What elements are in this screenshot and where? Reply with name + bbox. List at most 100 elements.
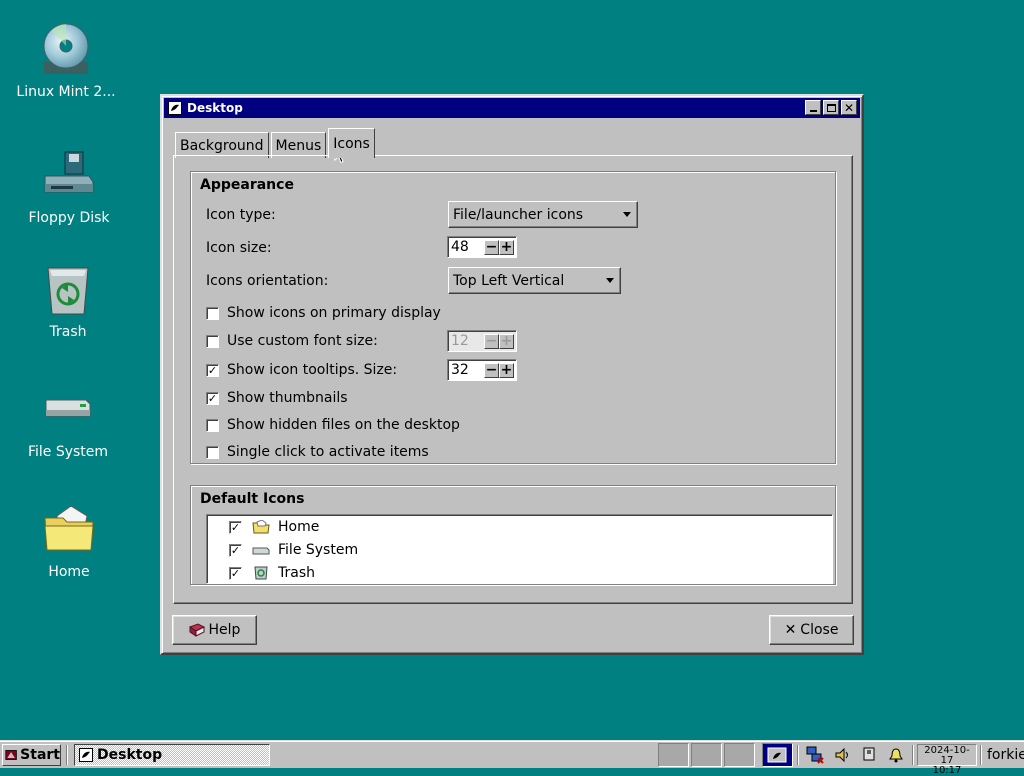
- single-click-checkbox[interactable]: [206, 445, 219, 459]
- tooltips-checkbox[interactable]: ✓: [206, 363, 219, 377]
- help-button[interactable]: Help: [172, 615, 257, 645]
- list-item-label: Trash: [278, 565, 315, 581]
- desktop-icon-home[interactable]: Home: [9, 502, 129, 580]
- window-title: Desktop: [187, 101, 243, 115]
- single-click-label: Single click to activate items: [227, 444, 429, 460]
- usb-device-icon[interactable]: [861, 746, 879, 764]
- desktop-icon-label: Trash: [49, 324, 87, 340]
- hidden-files-label: Show hidden files on the desktop: [227, 417, 460, 433]
- icon-type-value: File/launcher icons: [453, 206, 584, 223]
- tooltip-size-spinner[interactable]: 32 − +: [447, 359, 517, 381]
- show-primary-checkbox[interactable]: [206, 306, 219, 320]
- increment-icon[interactable]: +: [499, 239, 514, 255]
- workspace-4[interactable]: [762, 743, 793, 767]
- orientation-dropdown[interactable]: Top Left Vertical: [448, 267, 621, 294]
- decrement-icon: −: [484, 333, 499, 349]
- window-titlebar[interactable]: Desktop ✕: [164, 98, 860, 118]
- thumbnails-label: Show thumbnails: [227, 390, 348, 406]
- icons-tab-panel: Appearance Icon type: File/launcher icon…: [173, 155, 853, 604]
- show-primary-row[interactable]: Show icons on primary display: [206, 302, 441, 324]
- hard-drive-icon: [252, 547, 270, 555]
- list-item-label: File System: [278, 542, 359, 558]
- list-item[interactable]: ✓ File System: [229, 539, 358, 561]
- list-item[interactable]: ✓ Trash: [229, 562, 315, 583]
- decrement-icon[interactable]: −: [484, 239, 499, 255]
- list-item[interactable]: ✓ Home: [229, 516, 319, 538]
- start-menu-icon: [5, 750, 17, 760]
- clock[interactable]: 2024-10-17 10:17: [917, 744, 977, 776]
- desktop-icon-floppy-disk[interactable]: Floppy Disk: [9, 148, 129, 226]
- tooltips-row[interactable]: ✓ Show icon tooltips. Size:: [206, 359, 397, 381]
- desktop-icon-label: Linux Mint 2...: [16, 84, 116, 100]
- workspace-3[interactable]: [724, 743, 755, 767]
- dropdown-arrow-icon: [606, 278, 614, 283]
- desktop-settings-window: Desktop ✕ Background Menus Icons Appeara…: [160, 94, 864, 655]
- close-button[interactable]: ✕ Close: [769, 615, 854, 645]
- desktop-icon-trash[interactable]: Trash: [8, 262, 128, 340]
- maximize-icon: [826, 103, 836, 112]
- default-icons-list[interactable]: ✓ Home ✓ File System ✓ Trash: [206, 514, 833, 584]
- workspace-2[interactable]: [691, 743, 722, 767]
- clock-date: 2024-10-17: [924, 745, 970, 766]
- custom-font-label: Use custom font size:: [227, 333, 378, 349]
- trash-checkbox[interactable]: ✓: [229, 566, 242, 580]
- file-system-checkbox[interactable]: ✓: [229, 543, 242, 557]
- custom-font-value: 12: [451, 333, 469, 349]
- dropdown-arrow-icon: [623, 212, 631, 217]
- orientation-value: Top Left Vertical: [453, 272, 565, 289]
- maximize-button[interactable]: [823, 100, 839, 115]
- default-icons-heading: Default Icons: [200, 491, 305, 507]
- appearance-group: Appearance Icon type: File/launcher icon…: [190, 171, 836, 464]
- hidden-files-row[interactable]: Show hidden files on the desktop: [206, 414, 460, 436]
- xfce-app-icon: [168, 101, 182, 115]
- minimize-icon: [809, 109, 817, 112]
- increment-icon: +: [499, 333, 514, 349]
- notification-bell-icon[interactable]: [887, 746, 905, 764]
- xfce-app-icon: [79, 748, 93, 762]
- taskbar: Start Desktop 2024-10-17 10:17 forkie: [0, 740, 1024, 776]
- list-item-label: Home: [278, 519, 320, 535]
- thumbnails-checkbox[interactable]: ✓: [206, 391, 219, 405]
- trash-icon: [40, 262, 96, 318]
- default-icons-group: Default Icons ✓ Home ✓ File System ✓ Tra…: [190, 485, 836, 585]
- home-folder-icon: [252, 520, 270, 534]
- trash-icon: [254, 566, 268, 580]
- icon-size-spinner[interactable]: 48 − +: [447, 236, 517, 258]
- username[interactable]: forkie: [987, 747, 1024, 763]
- tab-icons[interactable]: Icons: [328, 128, 375, 158]
- taskbar-separator: [66, 745, 68, 765]
- hard-drive-icon: [40, 382, 96, 438]
- appearance-heading: Appearance: [200, 177, 294, 193]
- help-label: Help: [208, 622, 241, 638]
- desktop-icon-file-system[interactable]: File System: [8, 382, 128, 460]
- start-button[interactable]: Start: [2, 744, 61, 766]
- close-window-button[interactable]: ✕: [841, 100, 857, 115]
- custom-font-checkbox[interactable]: [206, 334, 219, 348]
- window-thumbnail-icon: [767, 747, 787, 763]
- increment-icon[interactable]: +: [499, 362, 514, 378]
- decrement-icon[interactable]: −: [484, 362, 499, 378]
- thumbnails-row[interactable]: ✓ Show thumbnails: [206, 387, 348, 409]
- single-click-row[interactable]: Single click to activate items: [206, 441, 429, 463]
- taskbar-separator: [980, 745, 982, 765]
- workspace-1[interactable]: [658, 743, 689, 767]
- close-icon: ✕: [784, 622, 797, 638]
- volume-icon[interactable]: [834, 746, 852, 764]
- custom-font-spinner: 12 − +: [447, 330, 517, 352]
- custom-font-row[interactable]: Use custom font size:: [206, 330, 378, 352]
- tooltip-size-value: 32: [451, 362, 469, 378]
- tab-bar: Background Menus Icons: [175, 128, 377, 158]
- orientation-label: Icons orientation:: [206, 273, 329, 289]
- close-label: Close: [800, 622, 839, 638]
- desktop-icon-label: Home: [48, 564, 90, 580]
- home-checkbox[interactable]: ✓: [229, 520, 242, 534]
- icon-size-label: Icon size:: [206, 240, 272, 256]
- desktop-icon-label: File System: [27, 444, 109, 460]
- minimize-button[interactable]: [805, 100, 821, 115]
- close-icon: ✕: [843, 100, 855, 115]
- taskbar-item-desktop[interactable]: Desktop: [74, 744, 270, 766]
- hidden-files-checkbox[interactable]: [206, 418, 219, 432]
- network-icon[interactable]: [806, 746, 824, 764]
- icon-type-dropdown[interactable]: File/launcher icons: [448, 201, 638, 228]
- desktop-icon-linux-mint[interactable]: Linux Mint 2...: [6, 22, 126, 100]
